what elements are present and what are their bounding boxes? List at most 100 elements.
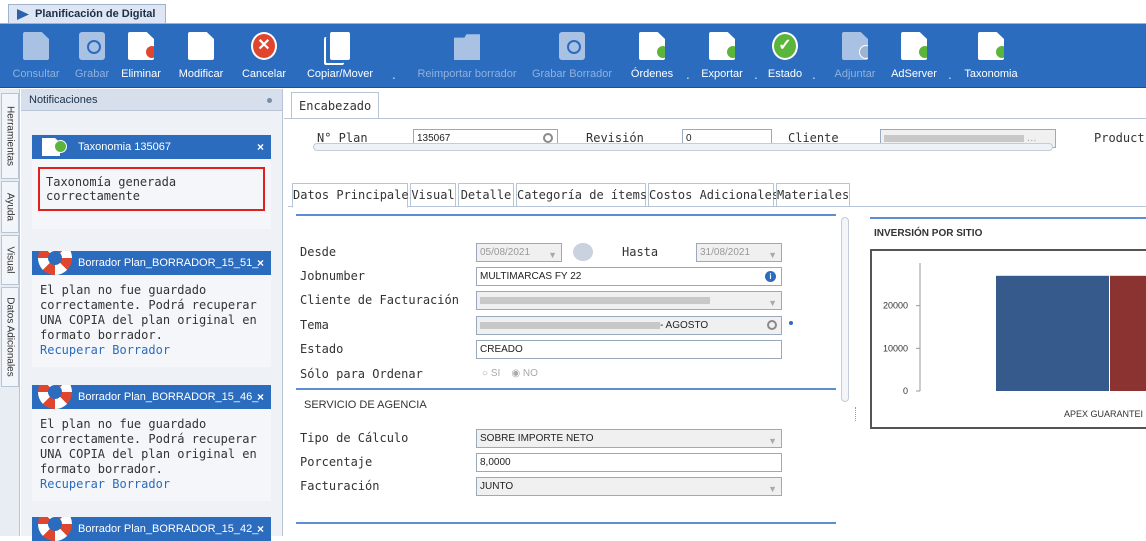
- chart-title: INVERSIÓN POR SITIO: [874, 228, 983, 239]
- eliminar-button[interactable]: Eliminar: [114, 24, 168, 88]
- datos-principales-form: Desde 05/08/2021 ▼ Hasta 31/08/2021 ▼ Jobn…: [288, 208, 841, 536]
- inversion-chart-panel: INVERSIÓN POR SITIO 0 10000 20000 APEX GUAR…: [866, 211, 1146, 431]
- grabar-button[interactable]: Grabar: [72, 24, 112, 88]
- close-icon[interactable]: ×: [257, 517, 264, 541]
- tab-costos-adicionales[interactable]: Costos Adicionales: [648, 183, 779, 207]
- notification-message: Taxonomía generada correctamente: [38, 167, 265, 211]
- exportar-button[interactable]: Exportar: [694, 24, 750, 88]
- bar-series-1[interactable]: [996, 275, 1109, 391]
- success-badge-icon: [54, 140, 67, 153]
- facturacion-select[interactable]: JUNTO ▼: [476, 477, 782, 496]
- solo-ordenar-label: Sólo para Ordenar: [300, 367, 423, 381]
- bar-chart: 0 10000 20000 APEX GUARANTEI: [883, 263, 1146, 419]
- side-tab-herramientas[interactable]: Herramientas: [1, 93, 19, 179]
- notification-card: Borrador Plan_BORRADOR_15_46_ × El plan …: [32, 385, 271, 501]
- tab-materiales[interactable]: Materiales: [776, 183, 850, 207]
- porcentaje-field[interactable]: 8,0000: [476, 453, 782, 472]
- side-tab-visual[interactable]: Visual: [1, 235, 19, 285]
- notification-card-header: Borrador Plan_BORRADOR_15_51_ ×: [32, 251, 271, 275]
- close-icon[interactable]: ×: [257, 135, 264, 159]
- side-tab-strip: Herramientas Ayuda Visual Datos Adiciona…: [0, 89, 20, 536]
- radio-si[interactable]: ○ SI: [482, 368, 500, 379]
- chevron-down-icon: ▼: [768, 436, 777, 446]
- cliente-facturacion-label: Cliente de Facturación: [300, 293, 459, 307]
- tab-encabezado[interactable]: Encabezado: [291, 92, 380, 119]
- grabar-borrador-button[interactable]: Grabar Borrador: [526, 24, 618, 88]
- notification-card: Borrador Plan_BORRADOR_15_42_ ×: [32, 517, 271, 541]
- main-area: Encabezado N° Plan 135067 Revisión 0 Cli…: [284, 89, 1146, 536]
- adjuntar-button[interactable]: Adjuntar: [826, 24, 884, 88]
- y-tick-label: 0: [903, 386, 908, 396]
- search-icon[interactable]: [767, 320, 777, 330]
- estado-button[interactable]: ✓ Estado: [762, 24, 808, 88]
- cliente-facturacion-field[interactable]: ▼: [476, 291, 782, 310]
- app-icon: [17, 9, 29, 20]
- modificar-button[interactable]: Modificar: [170, 24, 232, 88]
- side-tab-datos-adicionales[interactable]: Datos Adicionales: [1, 287, 19, 387]
- vertical-scrollbar[interactable]: [841, 217, 849, 402]
- folder-icon: [454, 34, 480, 60]
- radio-no[interactable]: ◉ NO: [511, 368, 538, 379]
- x-category-label: APEX GUARANTEI: [1064, 409, 1143, 419]
- copiar-mover-button[interactable]: Copiar/Mover: [300, 24, 380, 88]
- close-icon[interactable]: ×: [257, 251, 264, 275]
- document-icon: [23, 32, 49, 60]
- y-tick-label: 10000: [883, 343, 908, 353]
- chevron-down-icon: ▼: [768, 250, 777, 260]
- lifebuoy-icon: [38, 385, 72, 409]
- cancelar-button[interactable]: ✕ Cancelar: [232, 24, 296, 88]
- search-icon[interactable]: [543, 133, 553, 143]
- toolbar-separator-dot: .: [392, 68, 396, 82]
- hasta-date-field[interactable]: 31/08/2021 ▼: [696, 243, 782, 262]
- delete-document-icon: [128, 32, 154, 60]
- redacted-text: [884, 134, 1024, 142]
- producto-label: Product: [1094, 131, 1145, 145]
- lifebuoy-icon: [38, 251, 72, 275]
- notification-card-header: Taxonomia 135067 ×: [32, 135, 271, 159]
- consultar-button[interactable]: Consultar: [0, 24, 72, 88]
- window-tab[interactable]: Planificación de Digital: [8, 4, 167, 24]
- recover-draft-link[interactable]: Recuperar Borrador: [40, 477, 263, 492]
- estado-field[interactable]: CREADO: [476, 340, 782, 359]
- notification-card-header: Borrador Plan_BORRADOR_15_42_ ×: [32, 517, 271, 541]
- ordenes-button[interactable]: Órdenes: [622, 24, 682, 88]
- notification-card: Borrador Plan_BORRADOR_15_51_ × El plan …: [32, 251, 271, 367]
- tab-detalle[interactable]: Detalle: [458, 183, 514, 207]
- calendar-icon[interactable]: [573, 243, 593, 261]
- copy-icon: [330, 32, 350, 60]
- pin-icon[interactable]: [267, 98, 272, 103]
- orders-icon: [639, 32, 665, 60]
- recover-draft-link[interactable]: Recuperar Borrador: [40, 343, 263, 358]
- info-icon[interactable]: i: [765, 271, 776, 282]
- save-icon: [79, 32, 105, 60]
- chevron-down-icon: ▼: [768, 298, 777, 308]
- tab-categoria-items[interactable]: Categoría de ítems: [516, 183, 647, 207]
- notifications-header: Notificaciones: [21, 89, 282, 111]
- notification-card-header: Borrador Plan_BORRADOR_15_46_ ×: [32, 385, 271, 409]
- reimportar-borrador-button[interactable]: Reimportar borrador: [408, 24, 526, 88]
- desde-date-field[interactable]: 05/08/2021 ▼: [476, 243, 562, 262]
- toolbar: Consultar Grabar Eliminar Modificar ✕ Ca…: [0, 24, 1146, 88]
- bar-series-2[interactable]: [1110, 275, 1146, 391]
- taxonomy-icon: [978, 32, 1004, 60]
- tipo-calculo-label: Tipo de Cálculo: [300, 431, 409, 445]
- taxonomia-button[interactable]: Taxonomia: [958, 24, 1024, 88]
- tipo-calculo-select[interactable]: SOBRE IMPORTE NETO ▼: [476, 429, 782, 448]
- adserver-button[interactable]: AdServer: [886, 24, 942, 88]
- jobnumber-field[interactable]: MULTIMARCAS FY 22 i: [476, 267, 782, 286]
- notification-title: Borrador Plan_BORRADOR_15_42_: [78, 523, 259, 535]
- adserver-icon: [901, 32, 927, 60]
- tema-field[interactable]: - AGOSTO: [476, 316, 782, 335]
- edit-document-icon: [188, 32, 214, 60]
- side-tab-ayuda[interactable]: Ayuda: [1, 181, 19, 233]
- lifebuoy-icon: [38, 517, 72, 541]
- section-divider: [296, 388, 836, 390]
- tab-visual[interactable]: Visual: [410, 183, 456, 207]
- splitter-handle[interactable]: [855, 407, 857, 421]
- toolbar-separator-dot: .: [948, 68, 952, 82]
- close-icon[interactable]: ×: [257, 385, 264, 409]
- tab-datos-principales[interactable]: Datos Principales: [292, 183, 416, 208]
- section-divider: [296, 522, 836, 524]
- jobnumber-label: Jobnumber: [300, 269, 366, 283]
- horizontal-scrollbar[interactable]: [313, 143, 1053, 151]
